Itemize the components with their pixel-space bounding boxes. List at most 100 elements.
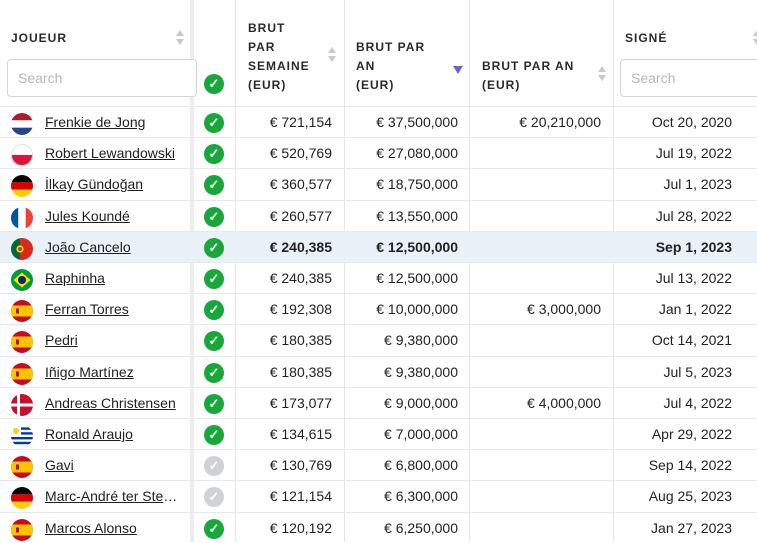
sort-icon[interactable]: [176, 30, 184, 48]
yearly-gross2-cell: € 3,000,000: [527, 301, 601, 318]
signed-date-cell: Jan 1, 2022: [658, 301, 732, 318]
table-row[interactable]: Marc-André ter Stegen ✓ € 121,154 € 6,300,0…: [0, 480, 757, 511]
table-row[interactable]: Pedri ✓ € 180,385 € 9,380,000 Oct 14, 2021: [0, 324, 757, 355]
player-name-link[interactable]: Robert Lewandowski: [45, 145, 175, 161]
header-check-icon: ✓: [204, 74, 224, 94]
column-header-weekly-line3: SEMAINE: [248, 59, 310, 73]
yearly-gross-cell: € 10,000,000: [376, 301, 458, 318]
weekly-gross-cell: € 721,154: [269, 114, 332, 130]
yearly-gross-cell: € 12,500,000: [376, 270, 458, 286]
check-icon: ✓: [204, 331, 224, 352]
spain-flag-icon: [11, 518, 33, 541]
player-search-input[interactable]: [7, 59, 197, 97]
player-name-link[interactable]: Andreas Christensen: [45, 395, 176, 411]
signed-date-cell: Sep 14, 2022: [648, 457, 732, 474]
yearly-gross-cell: € 27,080,000: [376, 145, 458, 162]
signed-date-cell: Jul 5, 2023: [663, 363, 733, 380]
spain-flag-icon: [11, 331, 33, 354]
check-icon: ✓: [204, 269, 224, 289]
weekly-gross-cell: € 260,577: [269, 207, 332, 224]
yearly-gross-cell: € 9,000,000: [384, 394, 458, 411]
yearly-gross-cell: € 37,500,000: [376, 114, 458, 130]
table-row[interactable]: Iñigo Martínez ✓ € 180,385 € 9,380,000 Jul 5…: [0, 355, 757, 387]
yearly-gross-cell: € 18,750,000: [376, 176, 458, 193]
yearly-gross-cell: € 9,380,000: [384, 363, 458, 380]
sort-icon[interactable]: [598, 66, 606, 84]
yearly-gross2-cell: € 20,210,000: [519, 114, 601, 130]
weekly-gross-cell: € 360,577: [269, 176, 332, 193]
signed-search-input[interactable]: [620, 59, 757, 97]
table-row[interactable]: Robert Lewandowski ✓ € 520,769 € 27,080,000…: [0, 137, 757, 168]
yearly-gross-cell: € 9,380,000: [384, 332, 458, 349]
check-icon: ✓: [204, 487, 224, 508]
signed-date-cell: Aug 25, 2023: [648, 488, 732, 505]
column-header-weekly-line2: PAR: [248, 40, 276, 54]
weekly-gross-cell: € 180,385: [269, 363, 332, 380]
player-name-link[interactable]: Jules Koundé: [45, 208, 130, 224]
player-name-link[interactable]: João Cancelo: [45, 239, 131, 255]
column-header-weekly-line1: BRUT: [248, 21, 286, 35]
signed-date-cell: Jul 13, 2022: [655, 270, 732, 286]
column-header-weekly-line4: (EUR): [248, 78, 287, 92]
check-icon: ✓: [204, 362, 224, 383]
table-row[interactable]: Jules Koundé ✓ € 260,577 € 13,550,000 Jul 28…: [0, 199, 757, 231]
denmark-flag-icon: [11, 393, 33, 416]
sort-icon[interactable]: [328, 47, 336, 65]
check-icon: ✓: [204, 206, 224, 227]
player-name-link[interactable]: Iñigo Martínez: [45, 364, 134, 380]
column-header-yearly2-line2: (EUR): [482, 78, 521, 92]
player-name-link[interactable]: Marcos Alonso: [45, 520, 137, 536]
uruguay-flag-icon: [11, 425, 33, 447]
table-row[interactable]: Marcos Alonso ✓ € 120,192 € 6,250,000 Jan 27…: [0, 511, 757, 543]
check-icon: ✓: [204, 425, 224, 445]
table-row[interactable]: Gavi ✓ € 130,769 € 6,800,000 Sep 14, 2022: [0, 449, 757, 480]
weekly-gross-cell: € 134,615: [269, 426, 332, 442]
check-icon: ✓: [204, 456, 224, 477]
player-name-link[interactable]: İlkay Gündoğan: [45, 176, 143, 192]
sort-icon[interactable]: [753, 30, 757, 48]
signed-date-cell: Jul 19, 2022: [655, 145, 732, 162]
table-row[interactable]: İlkay Gündoğan ✓ € 360,577 € 18,750,000 Jul …: [0, 168, 757, 199]
column-header-player-label: JOUEUR: [11, 31, 68, 45]
signed-date-cell: Oct 20, 2020: [651, 114, 732, 130]
check-icon: ✓: [204, 144, 224, 165]
table-row[interactable]: Andreas Christensen ✓ € 173,077 € 9,000,000…: [0, 386, 757, 418]
yearly-gross-cell: € 6,300,000: [384, 488, 458, 505]
column-header-yearly-line2: AN: [356, 59, 376, 73]
player-name-link[interactable]: Marc-André ter Stegen: [45, 488, 178, 504]
player-name-link[interactable]: Frenkie de Jong: [45, 114, 145, 130]
signed-date-cell: Oct 14, 2021: [651, 332, 732, 349]
yearly-gross-cell: € 13,550,000: [376, 207, 458, 224]
yearly-gross-cell: € 12,500,000: [376, 238, 458, 255]
weekly-gross-cell: € 130,769: [269, 457, 332, 474]
player-name-link[interactable]: Gavi: [45, 457, 74, 473]
column-header-signed-label: SIGNÉ: [625, 31, 668, 45]
player-name-link[interactable]: Raphinha: [45, 270, 105, 286]
weekly-gross-cell: € 520,769: [269, 145, 332, 162]
germany-flag-icon: [11, 175, 33, 198]
portugal-flag-icon: [11, 237, 33, 260]
table-row[interactable]: Ronald Araujo ✓ € 134,615 € 7,000,000 Apr 29…: [0, 418, 757, 449]
signed-date-cell: Jul 4, 2022: [663, 394, 733, 411]
yearly-gross-cell: € 7,000,000: [384, 426, 458, 442]
spain-flag-icon: [11, 362, 33, 385]
column-header-yearly2-line1: BRUT PAR AN: [482, 59, 575, 73]
brazil-flag-icon: [11, 269, 33, 291]
table-row[interactable]: Ferran Torres ✓ € 192,308 € 10,000,000 € 3,0…: [0, 293, 757, 324]
france-flag-icon: [11, 206, 33, 229]
signed-date-cell: Jul 28, 2022: [655, 207, 732, 224]
weekly-gross-cell: € 173,077: [269, 394, 332, 411]
player-name-link[interactable]: Pedri: [45, 332, 78, 348]
table-row[interactable]: Raphinha ✓ € 240,385 € 12,500,000 Jul 13, 20…: [0, 262, 757, 293]
player-name-link[interactable]: Ferran Torres: [45, 301, 129, 317]
weekly-gross-cell: € 121,154: [269, 488, 332, 505]
table-row[interactable]: João Cancelo ✓ € 240,385 € 12,500,000 Sep 1,…: [0, 230, 757, 262]
check-icon: ✓: [204, 300, 224, 321]
germany-flag-icon: [11, 487, 33, 510]
sort-descending-icon[interactable]: [453, 66, 463, 74]
yearly-gross-cell: € 6,800,000: [384, 457, 458, 474]
player-name-link[interactable]: Ronald Araujo: [45, 426, 133, 442]
table-row[interactable]: Frenkie de Jong ✓ € 721,154 € 37,500,000 € 2…: [0, 106, 757, 137]
check-icon: ✓: [204, 237, 224, 258]
poland-flag-icon: [11, 144, 33, 167]
